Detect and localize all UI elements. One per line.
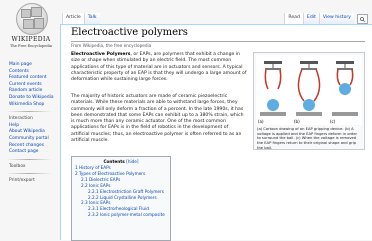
- sidebar-item-community-portal[interactable]: Community portal: [0, 136, 58, 143]
- eap-gripper-image[interactable]: (a) (b) (c): [256, 55, 362, 125]
- sidebar-heading-print-export[interactable]: Print/export: [0, 178, 58, 185]
- logo-wordmark: WIKIPEDIA: [11, 36, 51, 43]
- search-icon[interactable]: [360, 16, 366, 22]
- figure-caption: (a) Cartoon drawing of an EAP gripping d…: [257, 127, 358, 150]
- tab-article[interactable]: Article: [62, 13, 84, 24]
- sidebar-heading-toolbox[interactable]: Toolbox: [0, 164, 58, 171]
- sidebar-divider: [6, 158, 52, 160]
- search-input[interactable]: [357, 14, 368, 24]
- toc-title: Contents [hide]: [72, 158, 170, 165]
- tab-view-history[interactable]: View history: [318, 13, 354, 24]
- toc-entry[interactable]: 2.3.2 Ionic polymer-metal composite: [72, 212, 170, 218]
- table-of-contents: Contents [hide] 1 History of EAPs 2 Type…: [71, 156, 171, 241]
- tab-read[interactable]: Read: [284, 13, 303, 24]
- tab-edit[interactable]: Edit: [302, 13, 319, 24]
- sidebar-item-wikimedia-shop[interactable]: Wikimedia Shop: [0, 102, 58, 109]
- view-tabs: Read Edit View history: [284, 10, 368, 24]
- sidebar-item-random-article[interactable]: Random article: [0, 88, 58, 95]
- svg-text:(a): (a): [258, 119, 264, 124]
- intro-paragraph: Electroactive Polymers, or EAPs, are pol…: [71, 52, 247, 83]
- article-content: Electroactive polymers From Wikipedia, t…: [60, 24, 372, 241]
- sidebar-item-contact-page[interactable]: Contact page: [0, 149, 58, 156]
- puzzle-globe-icon: [16, 3, 48, 35]
- svg-text:(c): (c): [330, 119, 336, 124]
- sidebar-divider: [6, 111, 52, 113]
- sidebar-heading-interaction[interactable]: Interaction: [0, 116, 58, 123]
- sidebar: Main page Contents Featured content Curr…: [0, 62, 58, 185]
- tab-talk[interactable]: Talk: [83, 13, 100, 24]
- sidebar-item-main-page[interactable]: Main page: [0, 62, 58, 69]
- toc-hide-link[interactable]: [hide]: [126, 159, 138, 164]
- logo-tagline: The Free Encyclopedia: [10, 44, 52, 48]
- history-paragraph: The majority of historic actuators are m…: [71, 94, 244, 144]
- thumbnail-figure: (a) (b) (c) (a) Cartoon drawing of an EA…: [253, 52, 365, 150]
- sidebar-item-donate[interactable]: Donate to Wikipedia: [0, 95, 58, 102]
- page-subtitle: From Wikipedia, the free encyclopedia: [71, 43, 152, 48]
- namespace-tabs: Article Talk: [62, 10, 100, 24]
- page-title: Electroactive polymers: [71, 27, 188, 38]
- toc-title-text: Contents: [103, 159, 125, 164]
- sidebar-divider: [6, 173, 52, 175]
- intro-bold-term: Electroactive Polymers: [71, 52, 131, 57]
- wikipedia-logo[interactable]: WIKIPEDIA The Free Encyclopedia: [0, 0, 62, 70]
- title-divider: [71, 41, 365, 42]
- svg-text:(b): (b): [294, 119, 300, 124]
- sidebar-item-featured-content[interactable]: Featured content: [0, 75, 58, 82]
- sidebar-item-about[interactable]: About Wikipedia: [0, 129, 58, 136]
